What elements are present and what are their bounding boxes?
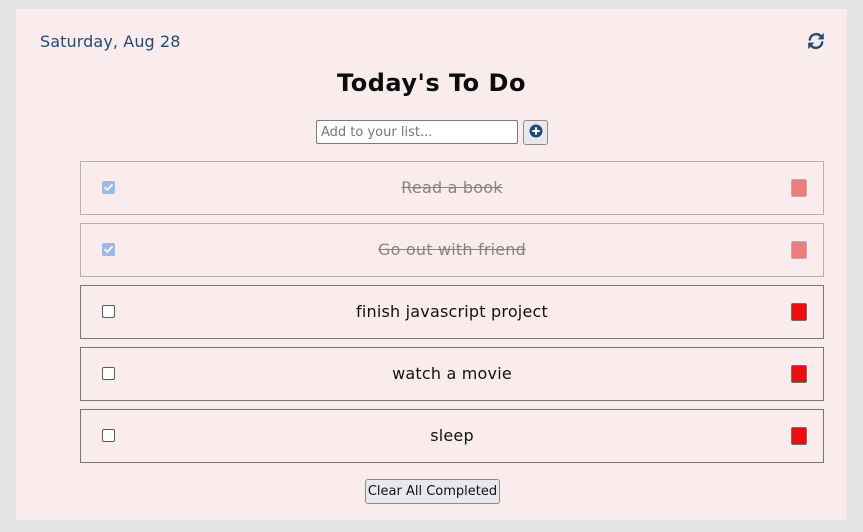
refresh-icon[interactable]: [805, 30, 827, 52]
todo-item: sleep: [80, 409, 824, 463]
todo-item: Read a book: [80, 161, 824, 215]
add-item-input[interactable]: [316, 120, 518, 144]
todo-label: Read a book: [401, 178, 503, 197]
plus-circle-icon: [529, 124, 543, 141]
clear-completed-button[interactable]: Clear All Completed: [365, 479, 500, 504]
page-title: Today's To Do: [337, 69, 526, 97]
todo-item: finish javascript project: [80, 285, 824, 339]
add-item-button[interactable]: [523, 120, 548, 145]
delete-todo-button[interactable]: [791, 179, 807, 197]
todo-card: Saturday, Aug 28 Today's To Do Read a bo…: [16, 9, 847, 520]
delete-todo-button[interactable]: [791, 303, 807, 321]
todo-label: finish javascript project: [356, 302, 548, 321]
todo-label: watch a movie: [392, 364, 512, 383]
delete-todo-button[interactable]: [791, 427, 807, 445]
current-date: Saturday, Aug 28: [40, 32, 181, 51]
todo-label: Go out with friend: [378, 240, 526, 259]
todo-label: sleep: [430, 426, 474, 445]
todo-item: watch a movie: [80, 347, 824, 401]
delete-todo-button[interactable]: [791, 241, 807, 259]
todo-item: Go out with friend: [80, 223, 824, 277]
delete-todo-button[interactable]: [791, 365, 807, 383]
todo-list: Read a book Go out with friend finish java…: [80, 161, 824, 471]
